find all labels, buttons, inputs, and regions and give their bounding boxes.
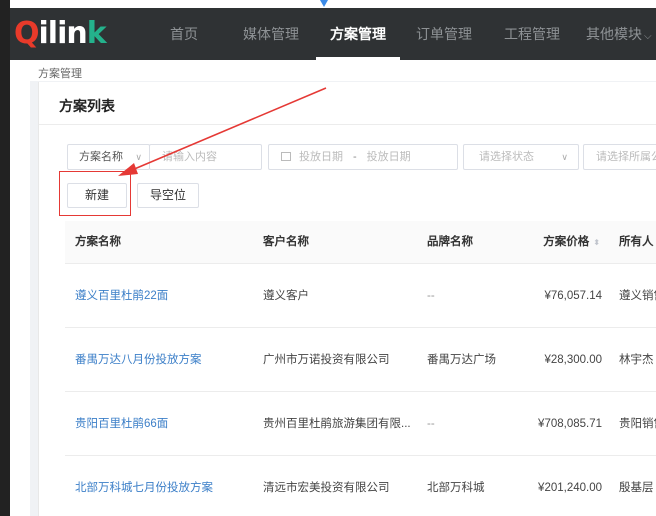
price-cell: ¥708,085.71 xyxy=(538,418,602,430)
brand-cell: -- xyxy=(427,290,435,302)
nav-engineering[interactable]: 工程管理 xyxy=(504,8,560,60)
date-start-placeholder: 投放日期 xyxy=(299,151,343,163)
plan-name-link[interactable]: 北部万科城七月份投放方案 xyxy=(75,456,213,516)
nav-media[interactable]: 媒体管理 xyxy=(243,8,299,60)
field-type-select[interactable]: 方案名称 ∨ xyxy=(67,144,150,170)
table-row: 北部万科城七月份投放方案 清远市宏美投资有限公司 北部万科城 ¥201,240.… xyxy=(65,456,656,516)
date-end-placeholder: 投放日期 xyxy=(366,151,411,163)
table-header: 方案名称 客户名称 品牌名称 方案价格 ⬍ 所有人 xyxy=(65,221,656,264)
brand-cell: 番禺万达广场 xyxy=(427,354,496,366)
client-cell: 清远市宏美投资有限公司 xyxy=(263,482,390,494)
column-header-price[interactable]: 方案价格 ⬍ xyxy=(543,221,600,264)
window-frame xyxy=(0,0,10,516)
calendar-icon xyxy=(281,151,291,161)
owner-cell: 殷基层 xyxy=(619,482,654,494)
table-row: 番禺万达八月份投放方案 广州市万诺投资有限公司 番禺万达广场 ¥28,300.0… xyxy=(65,328,656,392)
chevron-down-icon: ⌵ xyxy=(644,31,652,42)
sort-icon[interactable]: ⬍ xyxy=(593,238,600,247)
company-select-placeholder: 请选择所属公司 xyxy=(596,151,656,163)
qilink-logo[interactable]: Qilink xyxy=(14,16,107,52)
plan-list-card: 方案列表 方案名称 ∨ 请输入内容 投放日期 - 投放日期 请选择状态 ∨ 请选择所… xyxy=(38,82,656,516)
column-header-owner: 所有人 xyxy=(619,236,654,248)
client-cell: 广州市万诺投资有限公司 xyxy=(263,354,390,366)
owner-cell: 林宇杰 xyxy=(619,354,654,366)
chevron-down-icon: ∨ xyxy=(561,152,568,162)
nav-home[interactable]: 首页 xyxy=(170,8,198,60)
breadcrumb: 方案管理 xyxy=(38,68,82,80)
nav-other-label: 其他模块 xyxy=(586,26,642,42)
status-select[interactable]: 请选择状态 ∨ xyxy=(463,144,579,170)
status-select-placeholder: 请选择状态 xyxy=(479,151,534,163)
card-divider xyxy=(39,124,656,125)
chevron-down-icon: ∨ xyxy=(135,152,142,162)
column-header-plan-name: 方案名称 xyxy=(75,236,121,248)
nav-orders[interactable]: 订单管理 xyxy=(416,8,472,60)
export-vacancy-button[interactable]: 导空位 xyxy=(137,183,199,208)
company-select[interactable]: 请选择所属公司 xyxy=(583,144,656,170)
top-navbar: Qilink 首页 媒体管理 方案管理 订单管理 工程管理 其他模块 ⌵ xyxy=(10,8,656,60)
owner-cell: 遵义销售 xyxy=(619,290,656,302)
table-row: 遵义百里杜鹃22面 遵义客户 -- ¥76,057.14 遵义销售 xyxy=(65,264,656,328)
plan-name-link[interactable]: 遵义百里杜鹃22面 xyxy=(75,264,168,328)
column-header-client: 客户名称 xyxy=(263,236,309,248)
keyword-input-placeholder: 请输入内容 xyxy=(162,151,217,163)
column-header-brand: 品牌名称 xyxy=(427,236,473,248)
field-type-select-value: 方案名称 xyxy=(79,151,123,163)
plan-name-link[interactable]: 番禺万达八月份投放方案 xyxy=(75,328,202,392)
client-cell: 贵州百里杜鹃旅游集团有限... xyxy=(263,418,411,430)
date-separator: - xyxy=(353,151,357,163)
table-row: 贵阳百里杜鹃66面 贵州百里杜鹃旅游集团有限... -- ¥708,085.71… xyxy=(65,392,656,456)
plan-name-link[interactable]: 贵阳百里杜鹃66面 xyxy=(75,392,168,456)
owner-cell: 贵阳销售 xyxy=(619,418,656,430)
brand-cell: -- xyxy=(427,418,435,430)
price-cell: ¥201,240.00 xyxy=(538,482,602,494)
scroll-marker-icon xyxy=(320,0,328,7)
page-title: 方案列表 xyxy=(59,98,115,114)
date-range-picker[interactable]: 投放日期 - 投放日期 xyxy=(268,144,458,170)
nav-plans[interactable]: 方案管理 xyxy=(316,8,400,60)
keyword-input[interactable]: 请输入内容 xyxy=(149,144,262,170)
price-cell: ¥76,057.14 xyxy=(544,290,602,302)
nav-other-modules[interactable]: 其他模块 ⌵ xyxy=(586,8,652,60)
column-header-price-label: 方案价格 xyxy=(543,236,590,248)
brand-cell: 北部万科城 xyxy=(427,482,485,494)
client-cell: 遵义客户 xyxy=(263,290,309,302)
annotation-highlight-box xyxy=(59,171,131,216)
price-cell: ¥28,300.00 xyxy=(544,354,602,366)
